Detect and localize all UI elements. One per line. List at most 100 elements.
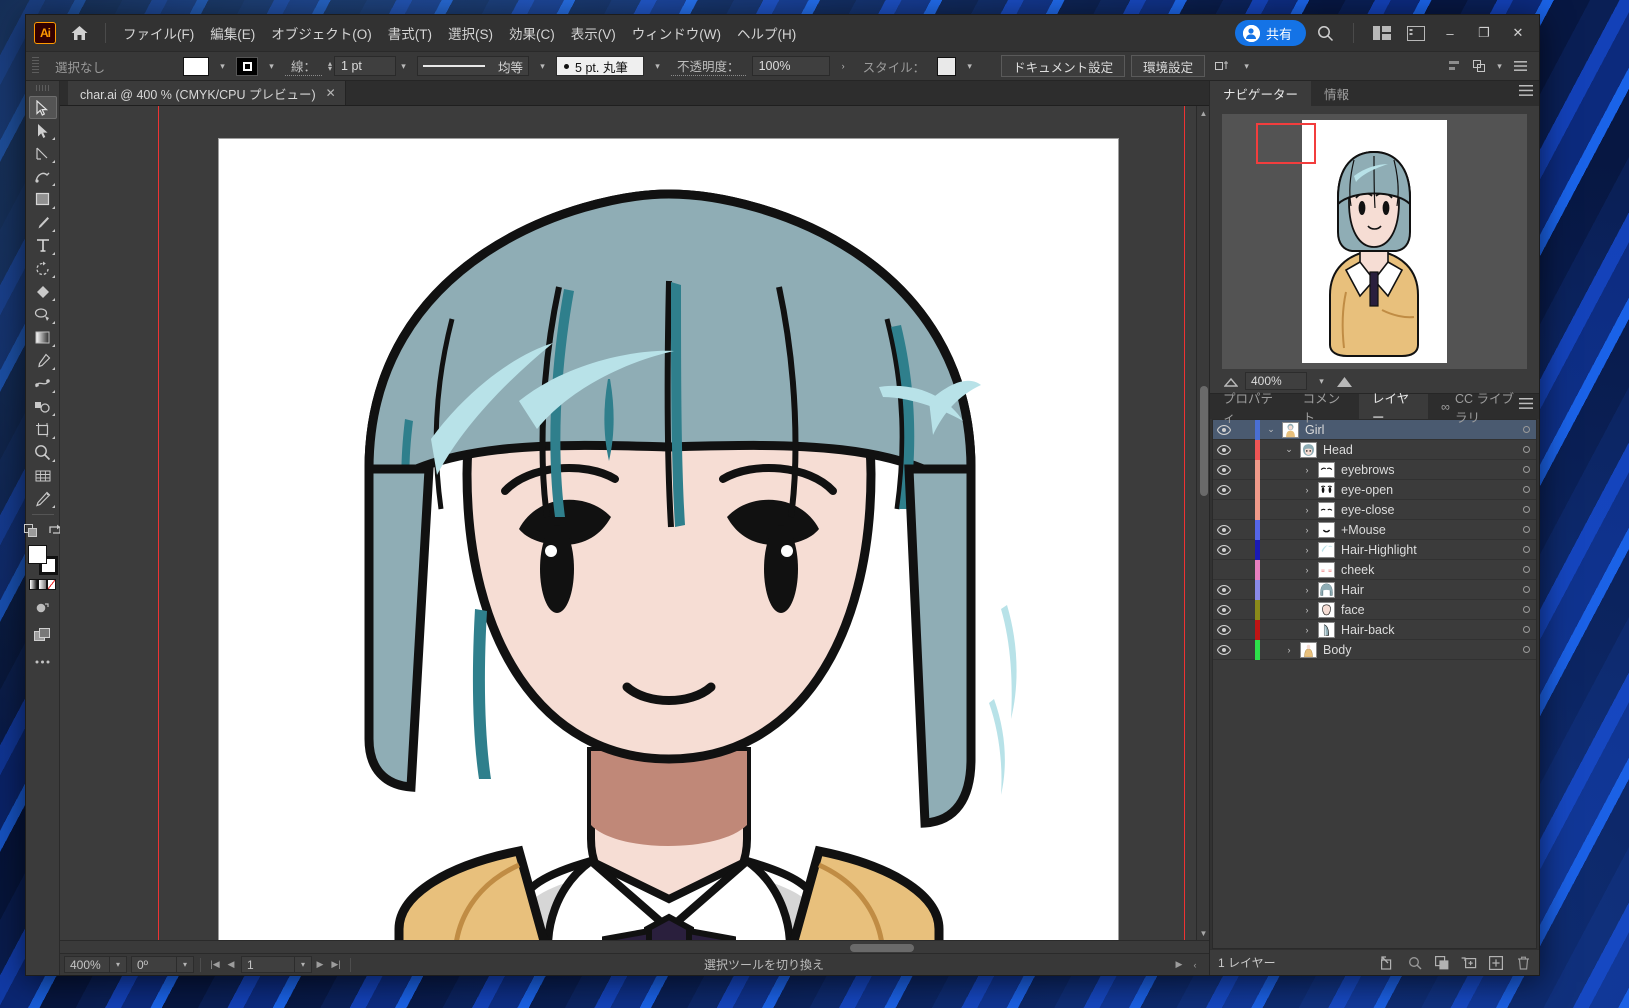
layer-visibility-icon[interactable]: [1213, 544, 1235, 555]
gradient-icon[interactable]: [37, 579, 48, 590]
navigator-thumbnail[interactable]: [1222, 114, 1527, 369]
horizontal-scroll-thumb[interactable]: [850, 944, 914, 952]
artboard-chevron-down-icon[interactable]: ▾: [295, 956, 312, 973]
fill-chevron-down-icon[interactable]: ▾: [215, 57, 230, 76]
layer-disclosure-triangle-icon[interactable]: ›: [1296, 545, 1318, 555]
layer-disclosure-triangle-icon[interactable]: ›: [1296, 585, 1318, 595]
workspace-switcher-icon[interactable]: [1367, 20, 1397, 46]
canvas-horizontal-scrollbar[interactable]: [60, 940, 1209, 953]
layer-visibility-icon[interactable]: [1213, 604, 1235, 615]
none-color-icon[interactable]: [47, 579, 57, 590]
navigator-panel-menu-icon[interactable]: [1519, 85, 1533, 96]
prev-artboard-icon[interactable]: ◀: [223, 956, 239, 973]
layer-target-icon[interactable]: [1516, 466, 1536, 473]
tab-comments[interactable]: コメント: [1290, 392, 1359, 425]
layer-row-eyebrows[interactable]: › eyebrows: [1213, 459, 1536, 480]
zoom-in-icon[interactable]: [1336, 375, 1353, 388]
home-icon[interactable]: [62, 19, 96, 47]
navigator-view-box[interactable]: [1256, 123, 1316, 164]
layer-disclosure-triangle-icon[interactable]: ›: [1296, 605, 1318, 615]
layer-row-face[interactable]: › face: [1213, 599, 1536, 620]
zoom-chevron-down-icon[interactable]: ▾: [110, 956, 127, 973]
menu-effect[interactable]: 効果(C): [501, 18, 563, 48]
brush-chevron-down-icon[interactable]: ▾: [650, 57, 665, 76]
curvature-tool[interactable]: [29, 165, 57, 188]
tab-properties[interactable]: プロパティ: [1210, 392, 1290, 425]
menu-edit[interactable]: 編集(E): [202, 18, 263, 48]
menu-type[interactable]: 書式(T): [380, 18, 440, 48]
layer-disclosure-triangle-icon[interactable]: ›: [1296, 465, 1318, 475]
align-icon[interactable]: [1444, 57, 1466, 76]
shape-builder-tool[interactable]: [29, 280, 57, 303]
stroke-weight-stepper[interactable]: ▴ ▾: [328, 60, 332, 73]
type-tool[interactable]: [29, 234, 57, 257]
opacity-field[interactable]: 100%: [751, 56, 830, 76]
stroke-weight-chevron-down-icon[interactable]: ▾: [396, 57, 411, 76]
stroke-swatch[interactable]: [236, 56, 259, 76]
delete-layer-icon[interactable]: [1515, 955, 1531, 971]
layer-disclosure-triangle-icon[interactable]: ›: [1278, 645, 1300, 655]
layer-disclosure-triangle-icon[interactable]: ›: [1296, 525, 1318, 535]
perspective-grid-tool[interactable]: [29, 464, 57, 487]
more-tools-icon[interactable]: [29, 650, 57, 673]
lasso-tool[interactable]: [29, 303, 57, 326]
brush-definition[interactable]: 5 pt. 丸筆: [556, 56, 645, 76]
maximize-button[interactable]: ❐: [1469, 20, 1499, 46]
layer-visibility-icon[interactable]: [1213, 644, 1235, 655]
layer-target-icon[interactable]: [1516, 626, 1536, 633]
resize-grip-icon[interactable]: ‹: [1187, 956, 1203, 973]
layer-disclosure-triangle-icon[interactable]: ›: [1296, 565, 1318, 575]
layers-list[interactable]: ⌄ Girl ⌄ Head › eyebrows › eye-open › eye-close › +…: [1212, 419, 1537, 949]
rectangle-tool[interactable]: [29, 188, 57, 211]
scroll-down-icon[interactable]: ▼: [1197, 926, 1210, 940]
layer-row-cheek[interactable]: › cheek: [1213, 559, 1536, 580]
layer-target-icon[interactable]: [1516, 426, 1536, 433]
canvas-vertical-scrollbar[interactable]: ▲ ▼: [1196, 106, 1209, 940]
layer-row-hair-back[interactable]: › Hair-back: [1213, 619, 1536, 640]
layer-target-icon[interactable]: [1516, 606, 1536, 613]
layer-row-hair-highlight[interactable]: › Hair-Highlight: [1213, 539, 1536, 560]
fill-color-box[interactable]: [27, 545, 47, 564]
layer-disclosure-triangle-icon[interactable]: ›: [1296, 505, 1318, 515]
measure-tool[interactable]: [29, 487, 57, 510]
fill-swatch[interactable]: [183, 56, 210, 76]
search-icon[interactable]: [1310, 20, 1340, 46]
menu-window[interactable]: ウィンドウ(W): [624, 18, 729, 48]
next-artboard-icon[interactable]: ▶: [312, 956, 328, 973]
layer-visibility-icon[interactable]: [1213, 584, 1235, 595]
arrange-chevron-down-icon[interactable]: ▾: [1492, 57, 1507, 76]
symbol-sprayer-tool[interactable]: [29, 395, 57, 418]
layer-disclosure-triangle-icon[interactable]: ›: [1296, 485, 1318, 495]
stroke-profile-preview[interactable]: 均等: [417, 56, 530, 76]
minimize-button[interactable]: –: [1435, 20, 1465, 46]
opacity-expand-icon[interactable]: ›: [836, 57, 851, 76]
stroke-chevron-down-icon[interactable]: ▾: [264, 57, 279, 76]
menu-view[interactable]: 表示(V): [563, 18, 624, 48]
layer-target-icon[interactable]: [1516, 526, 1536, 533]
layer-row--mouse[interactable]: › +Mouse: [1213, 519, 1536, 540]
direct-selection-tool[interactable]: [29, 119, 57, 142]
paintbrush-tool[interactable]: [29, 211, 57, 234]
transform-chevron-down-icon[interactable]: ▾: [1239, 57, 1254, 76]
layer-visibility-icon[interactable]: [1213, 424, 1235, 435]
artboard[interactable]: [219, 139, 1118, 940]
layer-visibility-icon[interactable]: [1213, 524, 1235, 535]
style-chevron-down-icon[interactable]: ▾: [962, 57, 977, 76]
status-menu-icon[interactable]: ▶: [1171, 956, 1187, 973]
eyedropper-tool[interactable]: [29, 349, 57, 372]
layer-visibility-icon[interactable]: [1213, 464, 1235, 475]
selection-tool[interactable]: [28, 96, 57, 119]
panel-options-icon[interactable]: [1509, 57, 1531, 76]
preferences-button[interactable]: 環境設定: [1131, 55, 1206, 77]
drawing-mode-icon[interactable]: [29, 596, 57, 619]
layer-target-icon[interactable]: [1516, 546, 1536, 553]
layer-target-icon[interactable]: [1516, 506, 1536, 513]
layer-row-eye-open[interactable]: › eye-open: [1213, 479, 1536, 500]
layer-visibility-icon[interactable]: [1213, 624, 1235, 635]
layer-disclosure-triangle-icon[interactable]: ›: [1296, 625, 1318, 635]
artboard-number-field[interactable]: 1: [241, 956, 295, 973]
layer-target-icon[interactable]: [1516, 486, 1536, 493]
layer-target-icon[interactable]: [1516, 566, 1536, 573]
color-swatch-icon[interactable]: [28, 579, 38, 590]
layer-row-hair[interactable]: › Hair: [1213, 579, 1536, 600]
